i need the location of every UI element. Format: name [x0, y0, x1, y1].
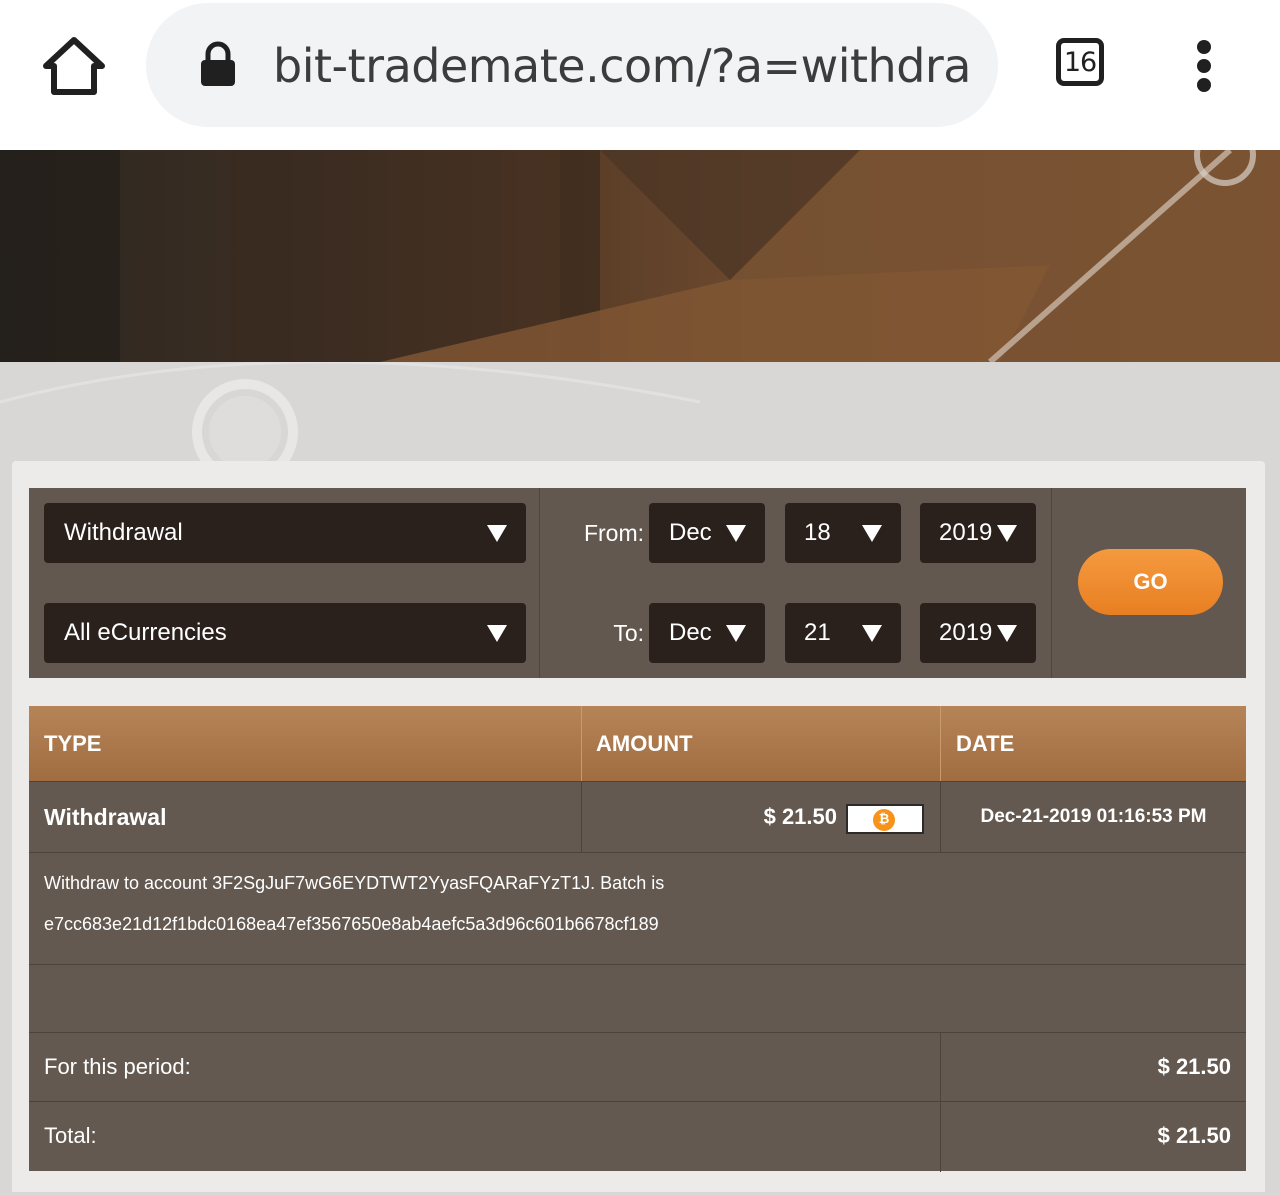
- period-value: $ 21.50: [1157, 1054, 1231, 1079]
- chevron-down-icon: [862, 625, 882, 642]
- total-value: $ 21.50: [1157, 1123, 1231, 1148]
- to-month-value: Dec: [669, 619, 712, 646]
- column-header-date: DATE: [956, 731, 1015, 756]
- chevron-down-icon: [997, 625, 1017, 642]
- detail-line-1: Withdraw to account 3F2SgJuF7wG6EYDTWT2Y…: [44, 873, 665, 893]
- from-day-value: 18: [804, 519, 831, 546]
- from-label: From:: [583, 520, 644, 546]
- from-year-value: 2019: [939, 519, 993, 546]
- row-type: Withdrawal: [44, 804, 167, 830]
- empty-row: [29, 964, 1246, 1032]
- to-label: To:: [613, 620, 644, 646]
- bitcoin-icon: ₿: [873, 809, 895, 831]
- chevron-down-icon: [487, 525, 507, 542]
- home-icon[interactable]: [40, 34, 108, 98]
- from-year-select[interactable]: 2019: [920, 503, 1036, 563]
- from-month-select[interactable]: Dec: [649, 503, 765, 563]
- to-year-select[interactable]: 2019: [920, 603, 1036, 663]
- from-day-select[interactable]: 18: [785, 503, 901, 563]
- to-month-select[interactable]: Dec: [649, 603, 765, 663]
- from-month-value: Dec: [669, 519, 712, 546]
- to-day-value: 21: [804, 619, 831, 646]
- chevron-down-icon: [487, 625, 507, 642]
- currency-select-value: All eCurrencies: [64, 619, 227, 646]
- column-header-type: TYPE: [44, 731, 102, 756]
- browser-toolbar: bit-trademate.com/?a=withdraw_ 16: [0, 0, 1280, 150]
- chevron-down-icon: [726, 625, 746, 642]
- chevron-down-icon: [726, 525, 746, 542]
- type-select[interactable]: Withdrawal: [44, 503, 526, 563]
- to-year-value: 2019: [939, 619, 993, 646]
- url-text[interactable]: bit-trademate.com/?a=withdraw_: [273, 33, 969, 99]
- chevron-down-icon: [862, 525, 882, 542]
- currency-select[interactable]: All eCurrencies: [44, 603, 526, 663]
- address-bar[interactable]: bit-trademate.com/?a=withdraw_: [146, 3, 998, 127]
- hero-banner: [0, 150, 1280, 362]
- more-vert-icon[interactable]: [1190, 38, 1220, 94]
- table-header: TYPE AMOUNT DATE: [29, 706, 1246, 781]
- detail-line-2: e7cc683e21d12f1bdc0168ea47ef3567650e8ab4…: [44, 914, 659, 934]
- total-row: Total: $ 21.50: [29, 1101, 1246, 1172]
- period-row: For this period: $ 21.50: [29, 1032, 1246, 1102]
- tab-switcher-icon[interactable]: 16: [1056, 38, 1104, 86]
- table-row: Withdrawal $ 21.50 ₿ Dec-21-2019 01:16:5…: [29, 781, 1246, 853]
- column-header-amount: AMOUNT: [596, 731, 693, 756]
- row-detail: Withdraw to account 3F2SgJuF7wG6EYDTWT2Y…: [29, 852, 1246, 964]
- total-label: Total:: [44, 1123, 97, 1148]
- lock-icon: [200, 41, 236, 87]
- chevron-down-icon: [997, 525, 1017, 542]
- go-button[interactable]: GO: [1078, 549, 1223, 615]
- type-select-value: Withdrawal: [64, 519, 183, 546]
- to-day-select[interactable]: 21: [785, 603, 901, 663]
- period-label: For this period:: [44, 1054, 191, 1079]
- row-amount: $ 21.50: [763, 804, 837, 829]
- currency-badge: ₿: [846, 804, 924, 834]
- row-date: Dec-21-2019 01:16:53 PM: [980, 806, 1207, 827]
